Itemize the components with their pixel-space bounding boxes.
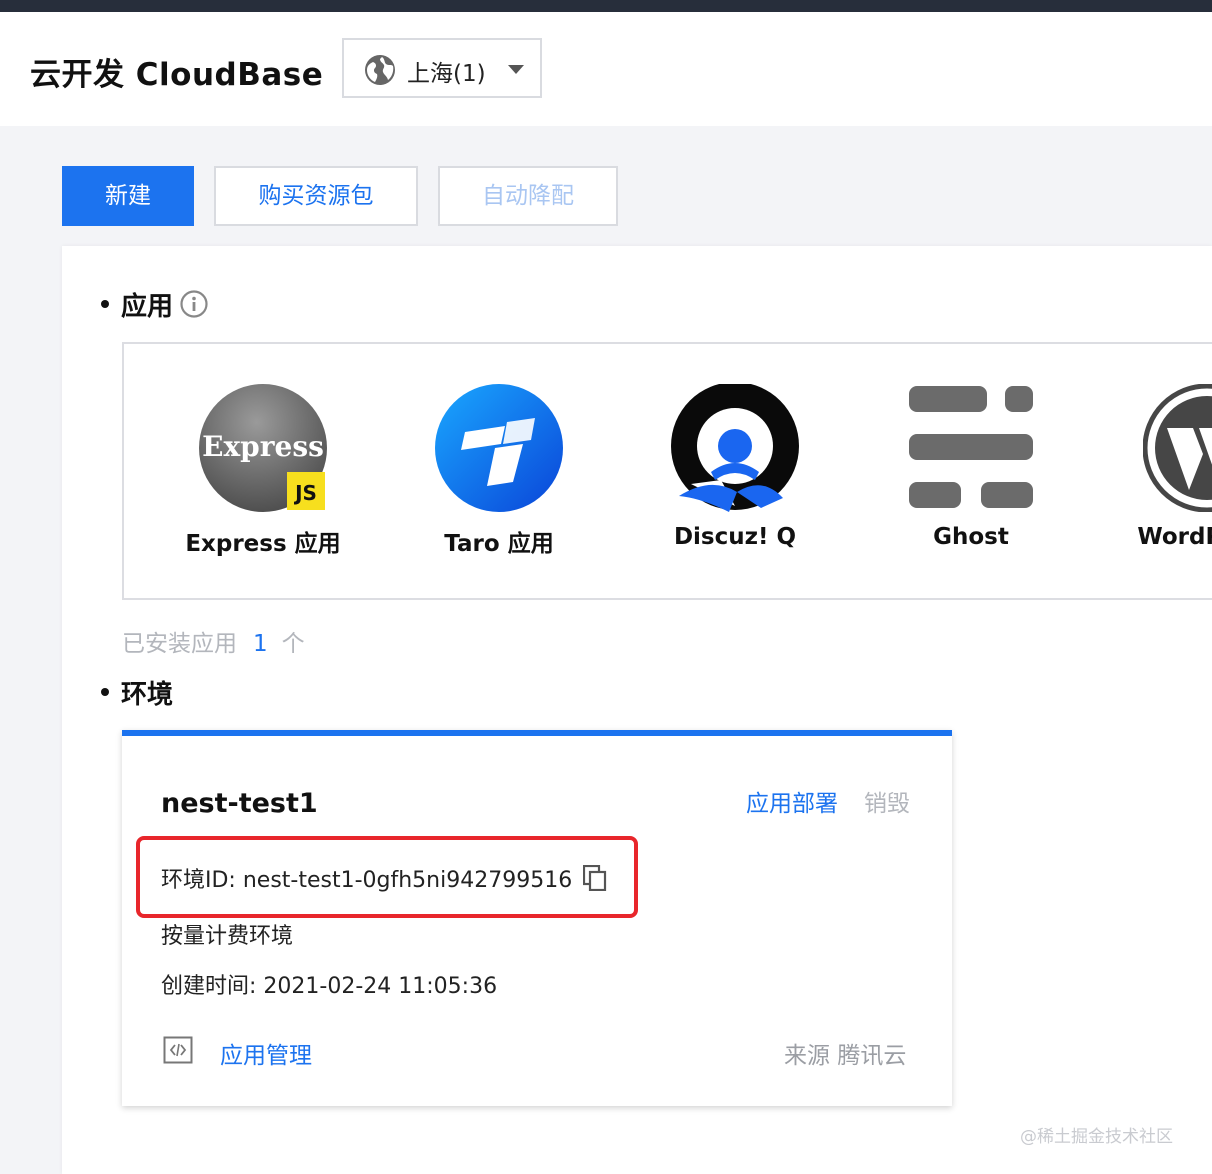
top-strip xyxy=(0,0,1212,12)
watermark: @稀土掘金技术社区 xyxy=(1020,1127,1173,1147)
env-id-label: 环境ID: xyxy=(161,868,236,893)
taro-logo xyxy=(435,384,563,512)
created-time: 创建时间: 2021-02-24 11:05:36 xyxy=(161,968,497,1000)
app-title: 云开发 CloudBase xyxy=(30,57,324,93)
app-name: Discuz! Q xyxy=(673,524,797,550)
discuz-logo xyxy=(671,384,799,512)
app-card-express[interactable]: Express JS Express 应用 xyxy=(163,384,363,564)
express-logo-text: Express xyxy=(202,430,324,463)
env-section-title: 环境 xyxy=(121,680,174,710)
express-logo: Express JS xyxy=(199,384,327,512)
bullet xyxy=(101,688,109,696)
code-icon xyxy=(163,1036,193,1064)
region-label: 上海(1) xyxy=(407,61,486,87)
info-circle-icon[interactable] xyxy=(180,290,208,318)
created-value: 2021-02-24 11:05:36 xyxy=(263,974,498,999)
installed-count[interactable]: 1 xyxy=(253,631,268,657)
new-button[interactable]: 新建 xyxy=(62,166,194,226)
app-gallery: Express JS Express 应用 Taro 应用 Discuz! Q … xyxy=(122,342,1212,600)
app-name: Express 应用 xyxy=(185,531,341,557)
env-source: 来源 腾讯云 xyxy=(784,1036,906,1070)
app-card-discuz[interactable]: Discuz! Q xyxy=(635,384,835,564)
destroy-link[interactable]: 销毁 xyxy=(864,784,910,818)
installed-apps-summary: 已安装应用 1 个 xyxy=(122,624,305,658)
globe-icon xyxy=(365,55,395,85)
buy-resource-pack-button[interactable]: 购买资源包 xyxy=(214,166,418,226)
app-manage-link[interactable]: 应用管理 xyxy=(220,1036,312,1070)
wordpress-logo xyxy=(1143,384,1212,512)
env-card: nest-test1 应用部署 销毁 环境ID: nest-test1-0gfh… xyxy=(122,730,952,1106)
header: 云开发 CloudBase 上海(1) xyxy=(0,12,1212,126)
installed-unit: 个 xyxy=(281,631,305,657)
app-card-taro[interactable]: Taro 应用 xyxy=(399,384,599,564)
env-name: nest-test1 xyxy=(161,788,318,819)
app-card-ghost[interactable]: Ghost xyxy=(871,384,1071,564)
chevron-down-icon xyxy=(508,65,524,74)
ghost-logo xyxy=(909,386,1033,508)
source-value: 腾讯云 xyxy=(837,1043,907,1069)
app-name: Taro 应用 xyxy=(444,531,554,557)
apps-section-title: 应用 xyxy=(121,292,174,322)
env-id: 环境ID: nest-test1-0gfh5ni942799516 xyxy=(161,862,572,894)
auto-downgrade-button[interactable]: 自动降配 xyxy=(438,166,618,226)
billing-type: 按量计费环境 xyxy=(161,924,294,949)
source-label: 来源 xyxy=(784,1043,830,1069)
app-deploy-link[interactable]: 应用部署 xyxy=(746,784,838,818)
created-label: 创建时间: xyxy=(161,974,257,999)
app-name: WordPress xyxy=(1137,524,1212,550)
installed-label: 已安装应用 xyxy=(122,631,237,657)
app-card-wordpress[interactable]: WordPress xyxy=(1107,384,1212,564)
region-selector[interactable]: 上海(1) xyxy=(342,38,542,98)
env-id-value: nest-test1-0gfh5ni942799516 xyxy=(242,868,573,893)
js-badge: JS xyxy=(293,481,317,505)
bullet xyxy=(101,300,109,308)
app-name: Ghost xyxy=(933,524,1009,550)
copy-icon[interactable] xyxy=(583,865,607,891)
